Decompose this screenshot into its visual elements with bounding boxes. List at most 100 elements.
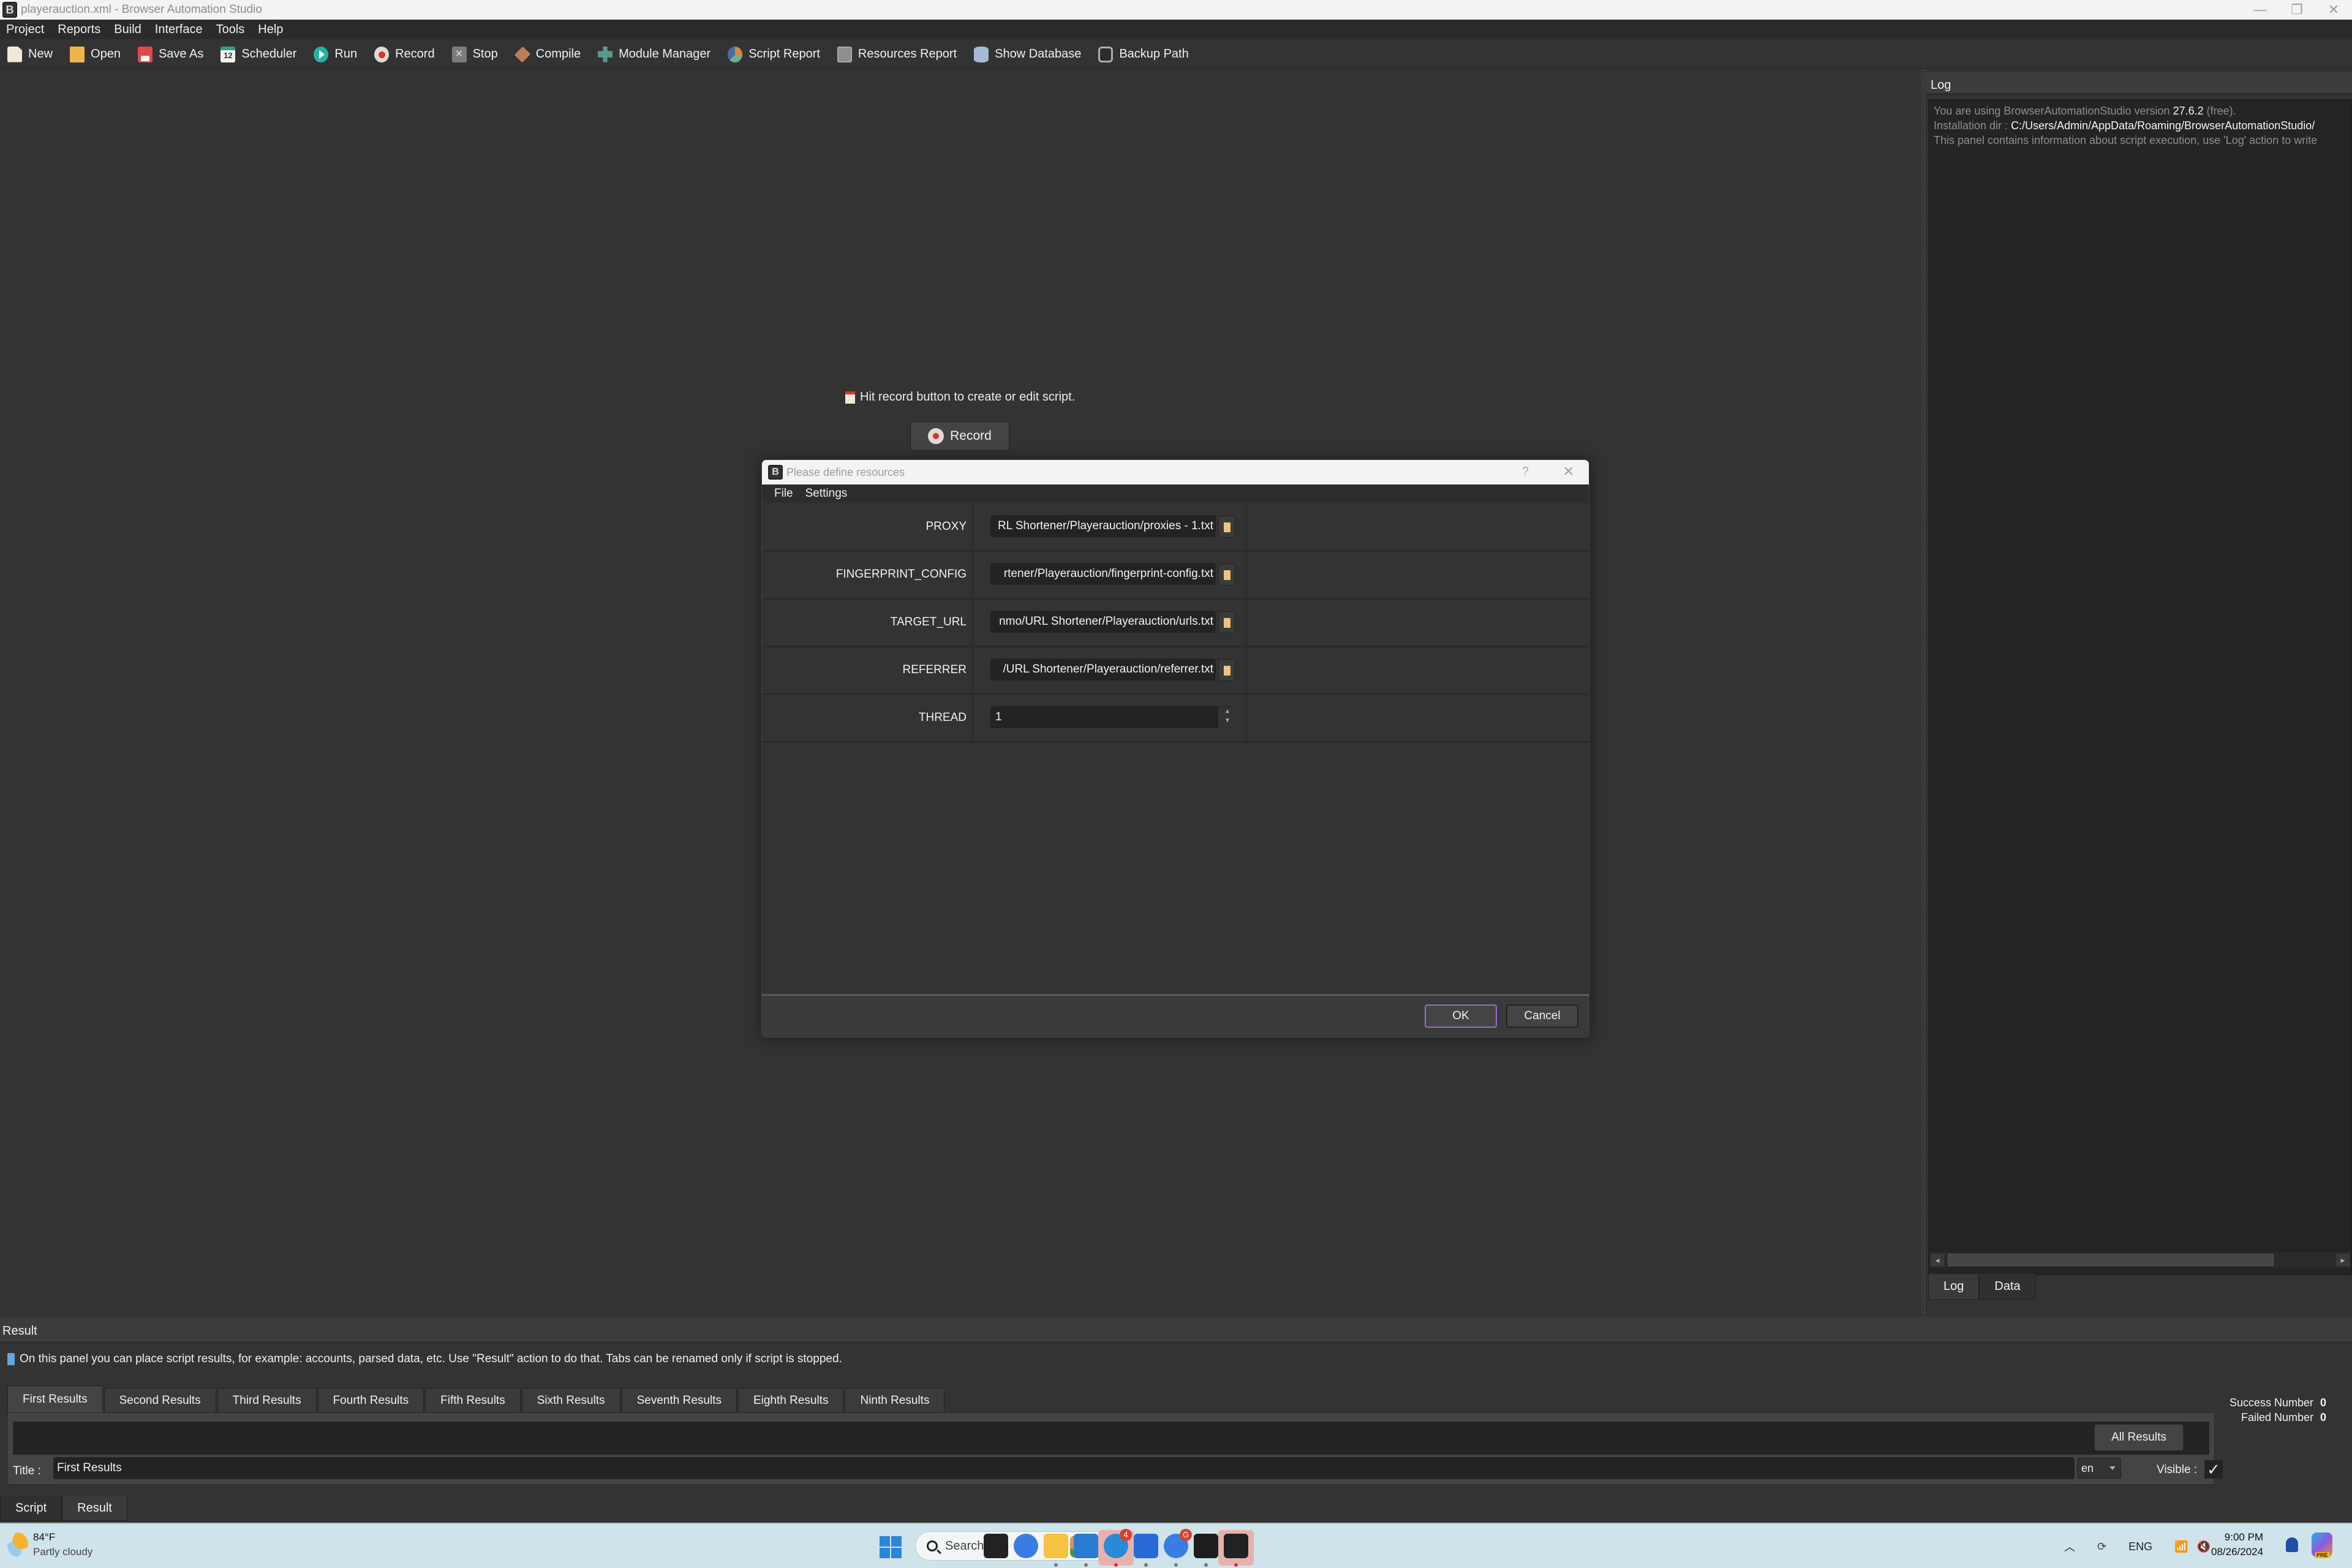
chevron-down-icon	[2109, 1466, 2116, 1470]
open-button[interactable]: Open	[70, 46, 121, 62]
tab-result[interactable]: Result	[62, 1496, 127, 1521]
restore-button[interactable]: ❐	[2278, 0, 2315, 20]
app-check-taskbar-icon[interactable]	[1134, 1534, 1158, 1558]
target-url-file-input[interactable]: nmo/URL Shortener/Playerauction/urls.txt	[990, 611, 1216, 633]
scroll-left-icon[interactable]: ◂	[1931, 1254, 1944, 1266]
stop-icon: ✕	[451, 46, 467, 62]
run-button[interactable]: Run	[314, 46, 357, 62]
result-list[interactable]: All Results	[13, 1422, 2209, 1455]
tab-sixth-results[interactable]: Sixth Results	[521, 1388, 620, 1412]
stop-label: Stop	[472, 47, 498, 61]
visible-checkbox[interactable]: ✓	[2204, 1460, 2223, 1479]
dialog-close-button[interactable]: ✕	[1563, 464, 1574, 480]
menu-tools[interactable]: Tools	[216, 23, 245, 37]
wifi-icon[interactable]: 📶	[2174, 1540, 2188, 1553]
thread-number-input[interactable]: 1	[990, 706, 1237, 728]
tab-first-results[interactable]: First Results	[7, 1385, 103, 1412]
notification-bell-icon[interactable]	[2286, 1537, 2298, 1552]
menu-build[interactable]: Build	[114, 23, 141, 37]
all-results-button[interactable]: All Results	[2094, 1424, 2184, 1451]
new-file-icon	[7, 46, 22, 62]
task-view-taskbar-icon[interactable]	[984, 1534, 1008, 1558]
ok-button[interactable]: OK	[1425, 1005, 1497, 1028]
browse-file-button[interactable]	[1218, 659, 1235, 681]
weather-condition: Partly cloudy	[33, 1546, 93, 1558]
tab-third-results[interactable]: Third Results	[217, 1388, 317, 1412]
menu-help[interactable]: Help	[258, 23, 283, 37]
menu-project[interactable]: Project	[6, 23, 44, 37]
panel-splitter[interactable]	[1921, 69, 1926, 1314]
resource-label: PROXY	[925, 520, 967, 533]
visible-label: Visible :	[2157, 1463, 2198, 1476]
save-disk-icon	[137, 46, 153, 62]
tab-script[interactable]: Script	[0, 1496, 62, 1521]
compile-button[interactable]: Compile	[514, 46, 581, 62]
module-manager-button[interactable]: Module Manager	[598, 46, 710, 62]
weather-temp: 84°F	[33, 1531, 56, 1543]
clock-date: 08/26/2024	[2211, 1546, 2264, 1558]
proxy-file-input[interactable]: RL Shortener/Playerauction/proxies - 1.t…	[990, 515, 1216, 537]
backup-path-button[interactable]: Backup Path	[1098, 46, 1189, 62]
save-as-button[interactable]: Save As	[137, 46, 203, 62]
running-indicator	[1144, 1563, 1148, 1567]
input-language[interactable]: ENG	[2128, 1540, 2152, 1553]
menu-reports[interactable]: Reports	[58, 23, 100, 37]
chrome-taskbar-icon[interactable]	[1014, 1534, 1038, 1558]
tab-title-input[interactable]	[53, 1457, 2075, 1479]
fingerprint-config-file-input[interactable]: rtener/Playerauction/fingerprint-config.…	[990, 563, 1216, 585]
stop-button[interactable]: ✕ Stop	[451, 46, 498, 62]
resources-report-button[interactable]: Resources Report	[837, 46, 957, 62]
new-label: New	[28, 47, 53, 61]
script-report-button[interactable]: Script Report	[728, 46, 820, 62]
file-explorer-taskbar-icon[interactable]	[1044, 1534, 1068, 1558]
tab-seventh-results[interactable]: Seventh Results	[621, 1388, 737, 1412]
menu-interface[interactable]: Interface	[155, 23, 203, 37]
start-button[interactable]	[880, 1536, 902, 1558]
record-icon	[928, 428, 944, 444]
result-panel-title: Result	[0, 1317, 2352, 1344]
success-number-label: Success Number	[2230, 1396, 2314, 1409]
cancel-button[interactable]: Cancel	[1506, 1005, 1578, 1028]
scroll-thumb[interactable]	[1948, 1254, 2274, 1266]
browse-file-button[interactable]	[1218, 516, 1235, 538]
figma-taskbar-icon[interactable]	[1194, 1534, 1218, 1558]
define-resources-dialog: B Please define resources ? ✕ File Setti…	[761, 459, 1589, 1038]
close-button[interactable]: ✕	[2315, 0, 2352, 20]
dialog-menu-file[interactable]: File	[774, 487, 793, 500]
referrer-file-input[interactable]: /URL Shortener/Playerauction/referrer.tx…	[990, 658, 1216, 680]
pie-chart-icon	[728, 46, 743, 62]
browse-file-button[interactable]	[1218, 611, 1235, 633]
record-toolbar-button[interactable]: Record	[374, 46, 435, 62]
scroll-right-icon[interactable]: ▸	[2336, 1254, 2350, 1266]
volume-muted-icon[interactable]: 🔇	[2197, 1540, 2211, 1553]
help-button[interactable]: ?	[1522, 465, 1529, 479]
chevron-up-icon[interactable]: ︿	[2064, 1539, 2075, 1555]
dialog-menu-settings[interactable]: Settings	[805, 487, 848, 500]
log-horizontal-scrollbar[interactable]: ◂ ▸	[1929, 1251, 2351, 1267]
tab-second-results[interactable]: Second Results	[104, 1388, 216, 1412]
thread-stepper[interactable]: ▲ ▼	[1218, 707, 1237, 728]
show-database-button[interactable]: Show Database	[974, 46, 1081, 62]
browse-file-button[interactable]	[1218, 564, 1235, 586]
browser-automation-studio-taskbar-icon[interactable]	[1224, 1534, 1248, 1558]
clock[interactable]: 9:00 PM 08/26/2024	[2211, 1530, 2263, 1559]
tab-data[interactable]: Data	[1979, 1274, 2036, 1300]
weather-widget[interactable]: 84°F Partly cloudy	[7, 1531, 92, 1558]
language-select[interactable]: en	[2077, 1458, 2121, 1479]
vscode-taskbar-icon[interactable]	[1074, 1534, 1098, 1558]
tab-ninth-results[interactable]: Ninth Results	[845, 1388, 945, 1412]
database-icon	[974, 46, 989, 62]
resource-row-referrer: REFERRER /URL Shortener/Playerauction/re…	[762, 647, 1589, 695]
sync-icon[interactable]: ⟳	[2097, 1540, 2106, 1553]
minimize-button[interactable]: —	[2242, 0, 2278, 20]
tab-fourth-results[interactable]: Fourth Results	[317, 1388, 424, 1412]
record-button[interactable]: Record	[910, 421, 1009, 451]
tab-fifth-results[interactable]: Fifth Results	[425, 1388, 521, 1412]
running-indicator	[1234, 1563, 1238, 1567]
info-icon	[7, 1353, 15, 1365]
scheduler-button[interactable]: 12 Scheduler	[221, 46, 296, 62]
copilot-icon[interactable]: PRE	[2312, 1532, 2332, 1558]
tab-eighth-results[interactable]: Eighth Results	[737, 1388, 844, 1412]
tab-log[interactable]: Log	[1928, 1274, 1980, 1300]
new-button[interactable]: New	[7, 46, 53, 62]
